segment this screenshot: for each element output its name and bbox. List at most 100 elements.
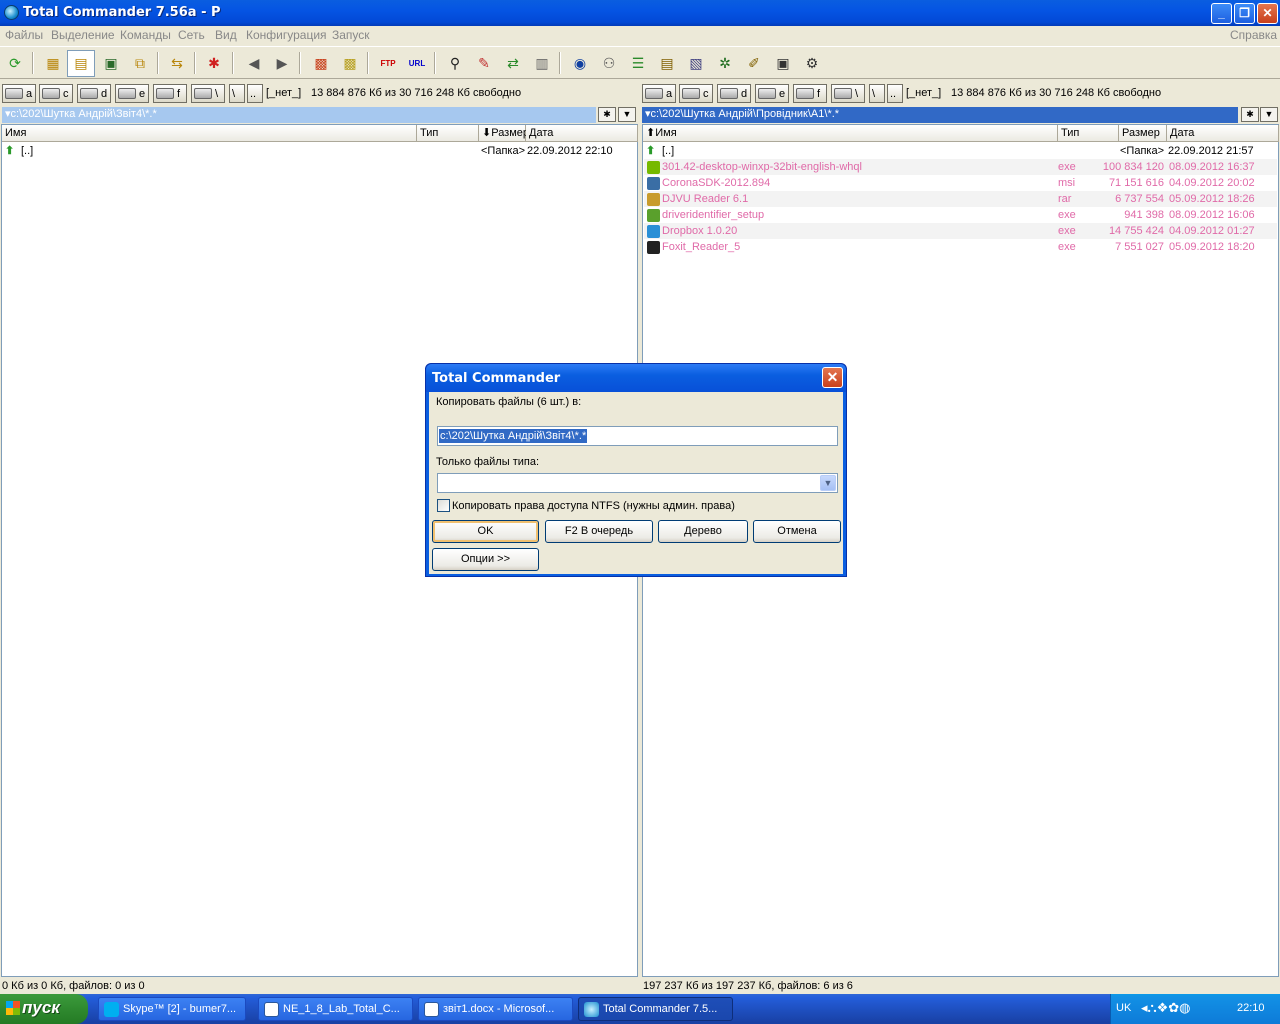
search-icon[interactable]: ⚲ bbox=[444, 52, 466, 74]
menu-files[interactable]: Файлы bbox=[5, 28, 43, 42]
col-name[interactable]: Имя bbox=[2, 125, 417, 142]
plugin-icon[interactable]: ⚙ bbox=[801, 52, 823, 74]
refresh-icon[interactable]: ⟳ bbox=[4, 52, 26, 74]
sync-dirs-icon[interactable]: ⇄ bbox=[502, 52, 524, 74]
col-size[interactable]: ⬇Размер bbox=[479, 125, 529, 142]
task-total-commander[interactable]: Total Commander 7.5... bbox=[578, 997, 733, 1021]
ok-button[interactable]: OK bbox=[432, 520, 539, 543]
ftp-icon[interactable]: FTP bbox=[377, 52, 399, 74]
drive-a-button[interactable]: a bbox=[2, 84, 36, 103]
parent-dir-button[interactable]: .. bbox=[887, 84, 903, 103]
drive-net-button[interactable]: \ bbox=[191, 84, 225, 103]
title-bar[interactable]: Total Commander 7.56a - P _ ❐ ✕ bbox=[0, 0, 1280, 26]
file-size: 6 737 554 bbox=[1115, 193, 1164, 205]
notepad-icon[interactable]: ▤ bbox=[656, 52, 678, 74]
queue-button[interactable]: F2 В очередь bbox=[545, 520, 653, 543]
menu-view[interactable]: Вид bbox=[215, 28, 237, 42]
task-skype[interactable]: Skype™ [2] - bumer7... bbox=[98, 997, 246, 1021]
menu-help[interactable]: Справка bbox=[1230, 28, 1277, 42]
app-icon[interactable] bbox=[4, 5, 19, 20]
brief-view-icon[interactable]: ▦ bbox=[42, 52, 64, 74]
col-type[interactable]: Тип bbox=[417, 125, 479, 142]
right-history-button[interactable]: ✱ bbox=[1241, 107, 1259, 122]
file-row[interactable]: DJVU Reader 6.1 rar 6 737 554 05.09.2012 18… bbox=[644, 191, 1277, 207]
right-hotlist-button[interactable]: ▼ bbox=[1260, 107, 1278, 122]
url-icon[interactable]: URL bbox=[406, 52, 428, 74]
edit-icon[interactable]: ✐ bbox=[743, 52, 765, 74]
drive-e-button[interactable]: e bbox=[115, 84, 149, 103]
parent-dir-button[interactable]: .. bbox=[247, 84, 263, 103]
options-button[interactable]: Опции >> bbox=[432, 548, 539, 571]
clock[interactable]: 22:10 bbox=[1237, 1002, 1265, 1014]
tree-button[interactable]: Дерево bbox=[658, 520, 748, 543]
drive-f-button[interactable]: f bbox=[153, 84, 187, 103]
col-size[interactable]: Размер bbox=[1119, 125, 1167, 142]
list-icon[interactable]: ☰ bbox=[627, 52, 649, 74]
drive-d-button[interactable]: d bbox=[717, 84, 751, 103]
back-icon[interactable]: ◀ bbox=[243, 52, 265, 74]
menu-config[interactable]: Конфигурация bbox=[246, 28, 327, 42]
registry-icon[interactable]: ▧ bbox=[685, 52, 707, 74]
drive-d-button[interactable]: d bbox=[77, 84, 111, 103]
file-name: Dropbox 1.0.20 bbox=[662, 225, 738, 237]
col-name[interactable]: ⬆Имя bbox=[643, 125, 1058, 142]
file-row[interactable]: driveridentifier_setup exe 941 398 08.09.20… bbox=[644, 207, 1277, 223]
file-row[interactable]: Foxit_Reader_5 exe 7 551 027 05.09.2012 18:… bbox=[644, 239, 1277, 255]
drive-f-button[interactable]: f bbox=[793, 84, 827, 103]
network-icon[interactable]: ◉ bbox=[569, 52, 591, 74]
drive-a-button[interactable]: a bbox=[642, 84, 676, 103]
left-history-button[interactable]: ✱ bbox=[598, 107, 616, 122]
chevron-down-icon[interactable]: ▼ bbox=[820, 475, 836, 491]
root-button[interactable]: \ bbox=[229, 84, 245, 103]
parent-dir-row[interactable]: ⬆ [..] <Папка> 22.09.2012 21:57 bbox=[646, 143, 1276, 159]
menu-launch[interactable]: Запуск bbox=[332, 28, 370, 42]
tools-icon[interactable]: ✲ bbox=[714, 52, 736, 74]
col-date[interactable]: Дата bbox=[526, 125, 638, 142]
start-button[interactable]: пуск bbox=[0, 994, 88, 1024]
root-button[interactable]: \ bbox=[869, 84, 885, 103]
file-row[interactable]: 301.42-desktop-winxp-32bit-english-whql e… bbox=[644, 159, 1277, 175]
file-type: exe bbox=[1058, 241, 1076, 253]
compare-icon[interactable]: ▥ bbox=[531, 52, 553, 74]
close-button[interactable]: ✕ bbox=[1257, 3, 1278, 24]
drive-c-button[interactable]: c bbox=[679, 84, 713, 103]
col-date[interactable]: Дата bbox=[1167, 125, 1279, 142]
select-icon[interactable]: ✱ bbox=[203, 52, 225, 74]
col-type[interactable]: Тип bbox=[1058, 125, 1119, 142]
menu-commands[interactable]: Команды bbox=[120, 28, 171, 42]
parent-dir-row[interactable]: ⬆ [..] <Папка> 22.09.2012 22:10 bbox=[5, 143, 635, 159]
left-path-bar[interactable]: ▾c:\202\Шутка Андрій\Звіт4\*.* bbox=[2, 107, 596, 123]
multi-rename-icon[interactable]: ✎ bbox=[473, 52, 495, 74]
cmd-icon[interactable]: ▣ bbox=[772, 52, 794, 74]
full-view-icon[interactable]: ▤ bbox=[67, 50, 95, 77]
target-path-input[interactable]: c:\202\Шутка Андрій\Звіт4\*.* bbox=[437, 426, 838, 446]
forward-icon[interactable]: ▶ bbox=[271, 52, 293, 74]
drive-c-button[interactable]: c bbox=[39, 84, 73, 103]
tray-icons[interactable]: ◂⛬❖✿◍ bbox=[1141, 1000, 1191, 1016]
unpack-icon[interactable]: ▩ bbox=[339, 52, 361, 74]
file-row[interactable]: CoronaSDK-2012.894 msi 71 151 616 04.09.201… bbox=[644, 175, 1277, 191]
task-word-doc-2[interactable]: звіт1.docx - Microsof... bbox=[418, 997, 573, 1021]
pack-icon[interactable]: ▩ bbox=[310, 52, 332, 74]
tree-view-icon[interactable]: ⧉ bbox=[129, 52, 151, 74]
thumbnails-icon[interactable]: ▣ bbox=[100, 52, 122, 74]
ntfs-checkbox[interactable] bbox=[437, 499, 450, 512]
left-hotlist-button[interactable]: ▼ bbox=[618, 107, 636, 122]
file-row[interactable]: Dropbox 1.0.20 exe 14 755 424 04.09.2012 01… bbox=[644, 223, 1277, 239]
task-word-doc-1[interactable]: NE_1_8_Lab_Total_C... bbox=[258, 997, 413, 1021]
restore-button[interactable]: ❐ bbox=[1234, 3, 1255, 24]
invert-selection-icon[interactable]: ⇆ bbox=[166, 52, 188, 74]
language-indicator[interactable]: UK bbox=[1116, 1002, 1131, 1014]
file-type-combo[interactable]: ▼ bbox=[437, 473, 838, 493]
drive-e-button[interactable]: e bbox=[755, 84, 789, 103]
left-free-space: 13 884 876 Кб из 30 716 248 Кб свободно bbox=[311, 87, 522, 99]
minimize-button[interactable]: _ bbox=[1211, 3, 1232, 24]
drive-net-button[interactable]: \ bbox=[831, 84, 865, 103]
menu-net[interactable]: Сеть bbox=[178, 28, 205, 42]
connect-icon[interactable]: ⚇ bbox=[598, 52, 620, 74]
right-path-bar[interactable]: ▾c:\202\Шутка Андрій\Провідник\А1\*.* bbox=[642, 107, 1238, 123]
cancel-button[interactable]: Отмена bbox=[753, 520, 841, 543]
menu-selection[interactable]: Выделение bbox=[51, 28, 115, 42]
word-icon bbox=[264, 1002, 279, 1017]
dialog-close-button[interactable]: ✕ bbox=[822, 367, 843, 388]
